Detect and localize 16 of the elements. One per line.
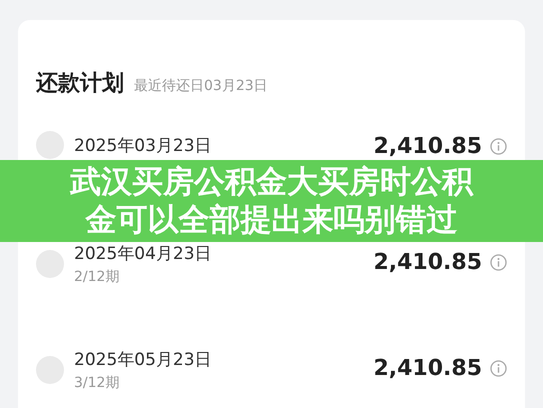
- status-circle: [36, 131, 64, 159]
- amount: 2,410.85: [373, 252, 482, 274]
- info-icon[interactable]: [490, 360, 507, 377]
- next-due-date: 最近待还日03月23日: [134, 77, 268, 95]
- plan-title: 还款计划: [36, 70, 124, 98]
- headline-text: 金可以全部提出来吗别错过: [86, 201, 458, 239]
- amount: 2,410.85: [373, 358, 482, 380]
- headline-text: 武汉买房公积金大买房时公积: [70, 163, 473, 201]
- due-date: 2025年05月23日: [74, 350, 213, 370]
- info-icon[interactable]: [490, 254, 507, 271]
- amount: 2,410.85: [373, 136, 482, 158]
- due-date: 2025年04月23日: [74, 244, 213, 264]
- period-label: 3/12期: [74, 374, 120, 392]
- period-label: 2/12期: [74, 268, 120, 286]
- due-date: 2025年03月23日: [74, 136, 213, 156]
- info-icon[interactable]: [490, 138, 507, 155]
